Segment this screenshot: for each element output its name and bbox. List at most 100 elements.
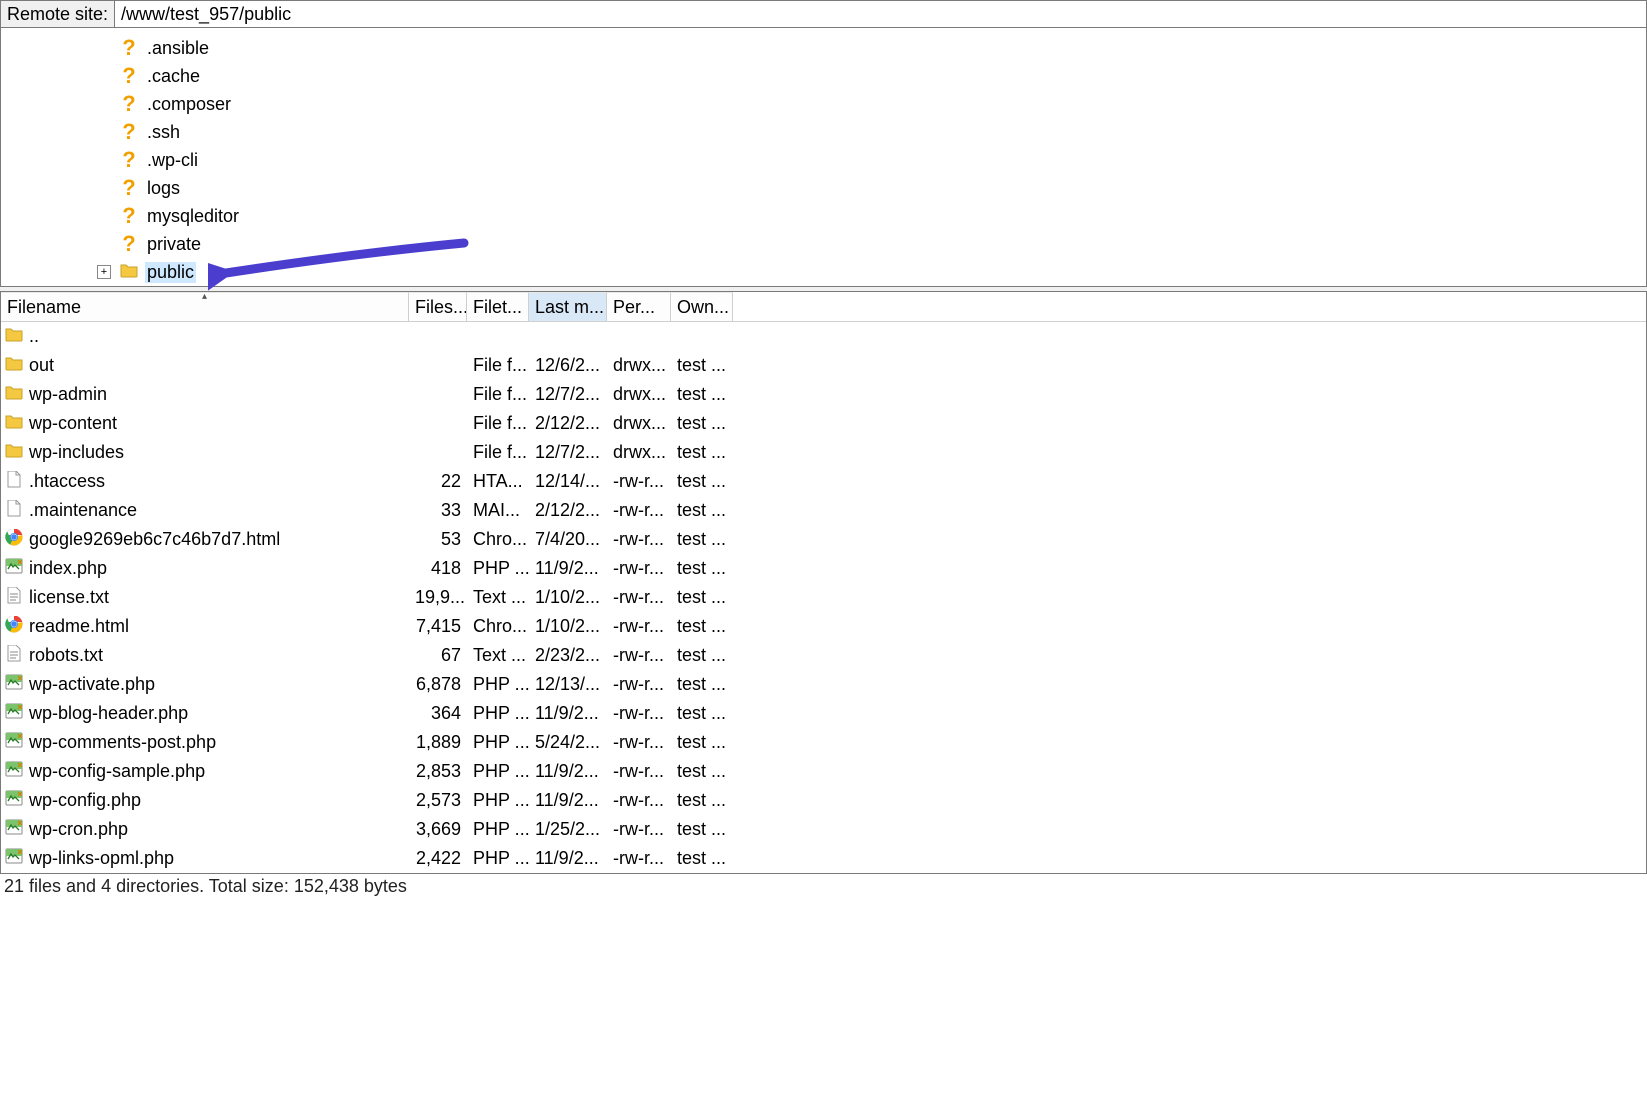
file-name: wp-includes	[29, 442, 124, 463]
file-list-pane: Filename ▴ Files... Filet... Last m... P…	[0, 292, 1647, 874]
file-modified: 12/14/...	[529, 471, 607, 492]
file-row[interactable]: wp-adminFile f...12/7/2...drwx...test ..…	[1, 380, 1646, 409]
file-name: ..	[29, 326, 39, 347]
file-modified: 12/6/2...	[529, 355, 607, 376]
column-last-modified[interactable]: Last m...	[529, 292, 607, 321]
unknown-folder-icon: ?	[122, 91, 135, 117]
file-modified: 12/7/2...	[529, 384, 607, 405]
file-permissions: -rw-r...	[607, 761, 671, 782]
file-type: PHP ...	[467, 558, 529, 579]
directory-tree[interactable]: ?.ansible?.cache? .composer ?.ssh?.wp-cli?…	[0, 28, 1647, 286]
php-file-icon	[5, 819, 23, 840]
file-row[interactable]: .htaccess22HTA...12/14/...-rw-r...test .…	[1, 467, 1646, 496]
file-type: Chro...	[467, 529, 529, 550]
unknown-folder-icon: ?	[122, 119, 135, 145]
tree-item-label: private	[145, 234, 203, 255]
unknown-folder-icon: ?	[122, 231, 135, 257]
column-permissions[interactable]: Per...	[607, 292, 671, 321]
tree-item-mysqleditor[interactable]: ?mysqleditor	[1, 202, 1646, 230]
file-row[interactable]: license.txt19,9...Text ...1/10/2...-rw-r…	[1, 583, 1646, 612]
tree-item-ssh[interactable]: ?.ssh	[1, 118, 1646, 146]
column-owner[interactable]: Own...	[671, 292, 733, 321]
file-type: HTA...	[467, 471, 529, 492]
file-owner: test ...	[671, 761, 733, 782]
sort-indicator-icon: ▴	[202, 292, 207, 302]
file-row[interactable]: wp-activate.php6,878PHP ...12/13/...-rw-…	[1, 670, 1646, 699]
tree-item-public[interactable]: +public	[1, 258, 1646, 286]
file-row[interactable]: readme.html7,415Chro...1/10/2...-rw-r...…	[1, 612, 1646, 641]
file-name: wp-config.php	[29, 790, 141, 811]
file-size: 418	[409, 558, 467, 579]
chrome-icon	[5, 529, 23, 550]
file-list-header: Filename ▴ Files... Filet... Last m... P…	[1, 292, 1646, 322]
file-row[interactable]: wp-config-sample.php2,853PHP ...11/9/2..…	[1, 757, 1646, 786]
file-modified: 1/10/2...	[529, 587, 607, 608]
php-file-icon	[5, 790, 23, 811]
file-row[interactable]: outFile f...12/6/2...drwx...test ...	[1, 351, 1646, 380]
file-owner: test ...	[671, 790, 733, 811]
file-row[interactable]: index.php418PHP ...11/9/2...-rw-r...test…	[1, 554, 1646, 583]
file-size: 2,573	[409, 790, 467, 811]
file-permissions: -rw-r...	[607, 529, 671, 550]
file-owner: test ...	[671, 703, 733, 724]
file-owner: test ...	[671, 819, 733, 840]
file-name: wp-links-opml.php	[29, 848, 174, 869]
unknown-folder-icon: ?	[122, 203, 135, 229]
file-row[interactable]: robots.txt67Text ...2/23/2...-rw-r...tes…	[1, 641, 1646, 670]
tree-expander-icon[interactable]: +	[97, 265, 111, 279]
file-owner: test ...	[671, 500, 733, 521]
column-filetype[interactable]: Filet...	[467, 292, 529, 321]
file-owner: test ...	[671, 355, 733, 376]
folder-icon	[5, 442, 23, 463]
file-row[interactable]: wp-comments-post.php1,889PHP ...5/24/2..…	[1, 728, 1646, 757]
file-row[interactable]: wp-links-opml.php2,422PHP ...11/9/2...-r…	[1, 844, 1646, 873]
file-name: wp-cron.php	[29, 819, 128, 840]
file-row[interactable]: .maintenance33MAI...2/12/2...-rw-r...tes…	[1, 496, 1646, 525]
file-row[interactable]: wp-contentFile f...2/12/2...drwx...test …	[1, 409, 1646, 438]
folder-icon	[120, 262, 138, 283]
file-row[interactable]: ..	[1, 322, 1646, 351]
file-owner: test ...	[671, 529, 733, 550]
file-permissions: -rw-r...	[607, 645, 671, 666]
file-type: Chro...	[467, 616, 529, 637]
file-type: PHP ...	[467, 819, 529, 840]
file-name: wp-blog-header.php	[29, 703, 188, 724]
tree-item-private[interactable]: ? private	[1, 230, 1646, 258]
remote-path-input[interactable]	[115, 1, 1646, 27]
file-name: .htaccess	[29, 471, 105, 492]
file-owner: test ...	[671, 674, 733, 695]
tree-item-logs[interactable]: ?logs	[1, 174, 1646, 202]
tree-item-ansible[interactable]: ?.ansible	[1, 34, 1646, 62]
file-row[interactable]: wp-includesFile f...12/7/2...drwx...test…	[1, 438, 1646, 467]
file-row[interactable]: google9269eb6c7c46b7d7.html53Chro...7/4/…	[1, 525, 1646, 554]
tree-item-wp-cli[interactable]: ?.wp-cli	[1, 146, 1646, 174]
file-name: google9269eb6c7c46b7d7.html	[29, 529, 280, 550]
file-permissions: -rw-r...	[607, 703, 671, 724]
file-modified: 2/12/2...	[529, 500, 607, 521]
tree-item-label: .composer	[145, 94, 233, 115]
tree-item-composer[interactable]: ? .composer	[1, 90, 1646, 118]
file-type: Text ...	[467, 645, 529, 666]
file-name: wp-admin	[29, 384, 107, 405]
column-filesize[interactable]: Files...	[409, 292, 467, 321]
file-size: 33	[409, 500, 467, 521]
file-modified: 12/13/...	[529, 674, 607, 695]
file-row[interactable]: wp-config.php2,573PHP ...11/9/2...-rw-r.…	[1, 786, 1646, 815]
tree-item-cache[interactable]: ?.cache	[1, 62, 1646, 90]
status-bar: 21 files and 4 directories. Total size: …	[0, 874, 1647, 899]
file-type: PHP ...	[467, 790, 529, 811]
tree-item-label: logs	[145, 178, 182, 199]
file-size: 2,422	[409, 848, 467, 869]
file-type: PHP ...	[467, 732, 529, 753]
file-row[interactable]: wp-cron.php3,669PHP ...1/25/2...-rw-r...…	[1, 815, 1646, 844]
file-permissions: -rw-r...	[607, 674, 671, 695]
file-name: wp-config-sample.php	[29, 761, 205, 782]
file-row[interactable]: wp-blog-header.php364PHP ...11/9/2...-rw…	[1, 699, 1646, 728]
file-permissions: -rw-r...	[607, 500, 671, 521]
file-size: 3,669	[409, 819, 467, 840]
file-owner: test ...	[671, 616, 733, 637]
column-filename[interactable]: Filename ▴	[1, 292, 409, 321]
file-permissions: -rw-r...	[607, 732, 671, 753]
file-type: File f...	[467, 384, 529, 405]
file-name: license.txt	[29, 587, 109, 608]
